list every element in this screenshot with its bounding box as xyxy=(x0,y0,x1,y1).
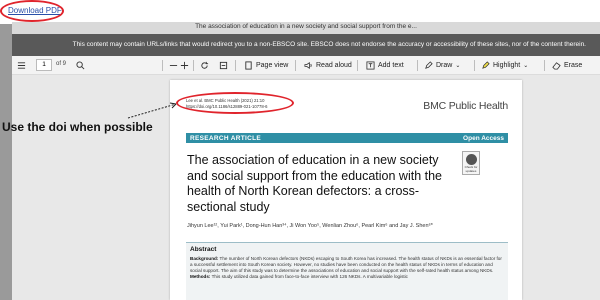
update-icon xyxy=(466,154,477,165)
rotate-button[interactable] xyxy=(200,60,212,71)
toolbar-divider xyxy=(417,60,418,71)
document-title-strip: The association of education in a new so… xyxy=(12,22,600,34)
read-aloud-label: Read aloud xyxy=(316,62,352,69)
methods-label: Methods: xyxy=(190,274,211,279)
abstract-heading: Abstract xyxy=(190,246,217,253)
badge-text: Check for updates xyxy=(464,165,478,173)
minus-icon xyxy=(169,65,178,66)
toolbar-divider xyxy=(193,60,194,71)
methods-text: This study utilized data gained from fac… xyxy=(211,274,408,279)
pdf-toolbar: 1 of 9 Page view Read aloud Add text Dra… xyxy=(12,56,600,75)
pdf-page: Lee et al. BMC Public Health (2021) 21:1… xyxy=(170,80,522,300)
draw-label: Draw xyxy=(436,62,453,69)
add-text-icon xyxy=(366,61,375,70)
rotate-icon xyxy=(201,61,209,69)
toolbar-divider xyxy=(235,60,236,71)
add-text-button[interactable]: Add text xyxy=(366,60,404,71)
chevron-down-icon[interactable]: ⌄ xyxy=(523,62,528,69)
toolbar-divider xyxy=(474,60,475,71)
abstract-body: Background: The number of North Korean d… xyxy=(190,256,504,280)
add-text-label: Add text xyxy=(378,62,404,69)
fit-page-icon xyxy=(219,61,228,70)
author-list: Jihyun Lee¹², Yui Park¹, Dong-Hun Han³⁴,… xyxy=(187,223,433,229)
search-icon xyxy=(76,61,85,70)
warning-text: This content may contain URLs/links that… xyxy=(72,41,586,48)
read-aloud-icon xyxy=(304,62,312,69)
page-view-label: Page view xyxy=(256,62,289,69)
pen-icon xyxy=(425,61,433,69)
page-count: of 9 xyxy=(56,61,67,67)
eraser-icon xyxy=(552,62,561,70)
check-for-updates-badge[interactable]: Check for updates xyxy=(462,151,480,175)
read-aloud-button[interactable]: Read aloud xyxy=(304,60,352,71)
fit-page-button[interactable] xyxy=(219,60,231,71)
external-link-warning-banner: This content may contain URLs/links that… xyxy=(12,34,600,56)
highlight-button[interactable]: Highlight ⌄ xyxy=(481,60,528,71)
contents-button[interactable] xyxy=(17,60,29,71)
erase-label: Erase xyxy=(564,62,583,69)
background-text: The number of North Korean defectors (NK… xyxy=(190,256,502,273)
annotation-text: Use the doi when possible xyxy=(2,120,153,134)
toolbar-divider xyxy=(295,60,296,71)
toolbar-divider xyxy=(357,60,358,71)
zoom-in-button[interactable] xyxy=(180,60,192,71)
background-label: Background: xyxy=(190,256,219,261)
find-button[interactable] xyxy=(76,60,88,71)
page-view-icon xyxy=(245,61,252,70)
hamburger-icon xyxy=(17,62,26,69)
abstract-section: Abstract Background: The number of North… xyxy=(186,242,508,300)
journal-name: BMC Public Health xyxy=(423,100,508,112)
erase-button[interactable]: Erase xyxy=(552,60,582,71)
section-label: RESEARCH ARTICLE xyxy=(190,134,262,142)
paper-title: The association of education in a new so… xyxy=(187,153,443,214)
left-gutter xyxy=(0,24,12,300)
article-type-bar: RESEARCH ARTICLE Open Access xyxy=(186,133,508,143)
document-title: The association of education in a new so… xyxy=(195,23,417,30)
highlighter-icon xyxy=(482,61,490,69)
page-number-input[interactable]: 1 xyxy=(36,59,52,71)
draw-button[interactable]: Draw ⌄ xyxy=(424,60,460,71)
open-access-label: Open Access xyxy=(463,134,504,142)
plus-icon xyxy=(180,61,189,70)
highlight-label: Highlight xyxy=(493,62,521,69)
highlight-circle-download xyxy=(0,0,64,22)
toolbar-divider xyxy=(544,60,545,71)
highlight-circle-doi xyxy=(176,92,294,114)
toolbar-divider xyxy=(162,60,163,71)
chevron-down-icon[interactable]: ⌄ xyxy=(455,62,460,69)
page-view-button[interactable]: Page view xyxy=(244,60,288,71)
top-bar: Download PDF xyxy=(0,0,600,24)
